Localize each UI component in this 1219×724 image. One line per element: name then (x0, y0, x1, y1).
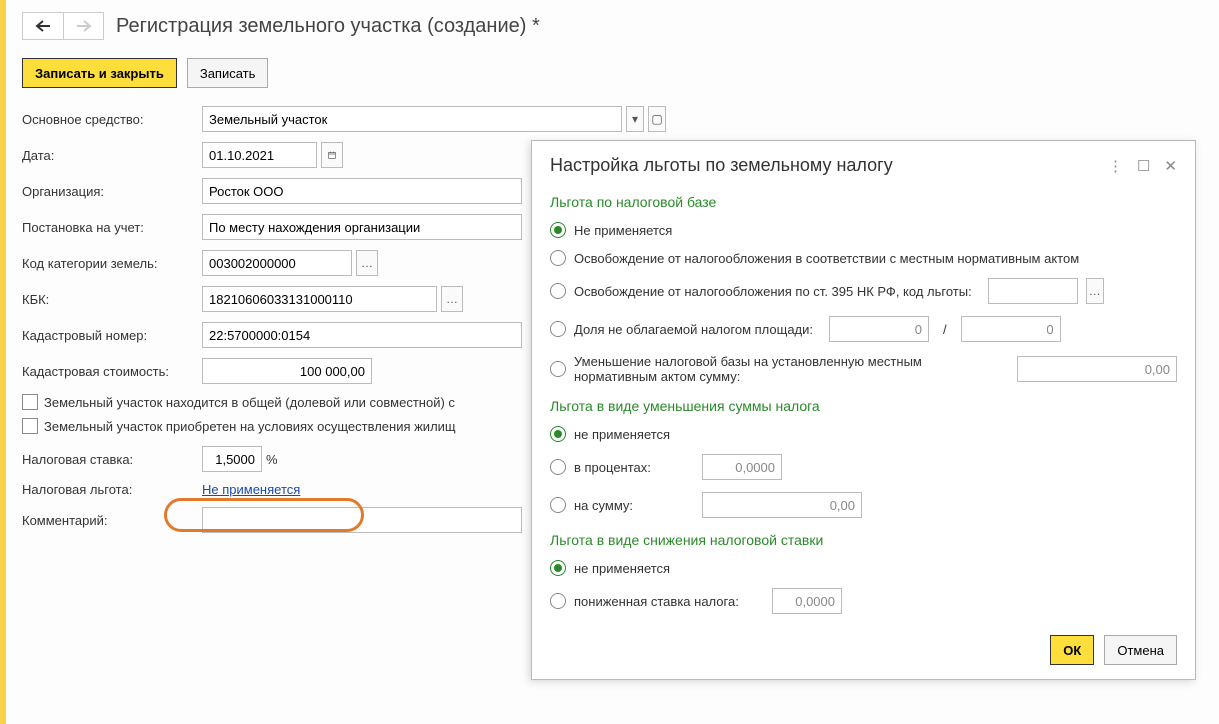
code395-lookup-button[interactable]: … (1086, 278, 1104, 304)
radio-reduce-percent[interactable] (550, 459, 566, 475)
reg-label: Постановка на учет: (22, 220, 202, 235)
section-tax-base: Льгота по налоговой базе (550, 194, 1177, 210)
reduced-rate-input[interactable] (772, 588, 842, 614)
cad-num-label: Кадастровый номер: (22, 328, 202, 343)
benefit-link[interactable]: Не применяется (202, 482, 300, 497)
arrow-left-icon (35, 20, 51, 32)
cad-num-input[interactable] (202, 322, 522, 348)
section-tax-reduction: Льгота в виде уменьшения суммы налога (550, 398, 1177, 414)
panel-maximize-button[interactable]: ☐ (1137, 157, 1150, 175)
radio-rate-reduced-label: пониженная ставка налога: (574, 594, 764, 609)
radio-reduce-none-label: не применяется (574, 427, 670, 442)
chevron-down-icon: ▾ (632, 112, 638, 126)
cad-val-input[interactable] (202, 358, 372, 384)
radio-reduce-amount-label: на сумму: (574, 498, 694, 513)
date-label: Дата: (22, 148, 202, 163)
ellipsis-icon: … (446, 292, 458, 306)
reduce-percent-input[interactable] (702, 454, 782, 480)
code395-input[interactable] (988, 278, 1078, 304)
arrow-right-icon (76, 20, 92, 32)
radio-base-reduce-sum-label: Уменьшение налоговой базы на установленн… (574, 354, 924, 384)
percent-sign: % (266, 452, 278, 467)
radio-base-none-label: Не применяется (574, 223, 672, 238)
page-title: Регистрация земельного участка (создание… (116, 15, 540, 38)
panel-more-button[interactable]: ⋮ (1108, 157, 1123, 175)
org-label: Организация: (22, 184, 202, 199)
nav-forward-button[interactable] (63, 13, 103, 39)
kbk-lookup-button[interactable]: … (441, 286, 463, 312)
ok-button[interactable]: ОК (1050, 635, 1094, 665)
close-icon: ✕ (1164, 158, 1177, 175)
comment-input[interactable] (202, 507, 522, 533)
save-and-close-button[interactable]: Записать и закрыть (22, 58, 177, 88)
radio-reduce-percent-label: в процентах: (574, 460, 694, 475)
fixed-asset-label: Основное средство: (22, 112, 202, 127)
radio-base-share-label: Доля не облагаемой налогом площади: (574, 322, 813, 337)
radio-base-share[interactable] (550, 321, 566, 337)
housing-construction-label: Земельный участок приобретен на условиях… (44, 419, 456, 434)
radio-rate-none[interactable] (550, 560, 566, 576)
radio-rate-reduced[interactable] (550, 593, 566, 609)
slash: / (943, 322, 947, 337)
cat-code-lookup-button[interactable]: … (356, 250, 378, 276)
share-numerator-input[interactable] (829, 316, 929, 342)
maximize-icon: ☐ (1137, 158, 1150, 175)
calendar-icon (328, 149, 336, 161)
panel-title: Настройка льготы по земельному налогу (550, 155, 893, 176)
share-denominator-input[interactable] (961, 316, 1061, 342)
fixed-asset-input[interactable] (202, 106, 622, 132)
cat-code-input[interactable] (202, 250, 352, 276)
ellipsis-icon: … (361, 256, 373, 270)
kbk-input[interactable] (202, 286, 437, 312)
dropdown-button[interactable]: ▾ (626, 106, 644, 132)
radio-base-reduce-sum[interactable] (550, 361, 566, 377)
shared-ownership-label: Земельный участок находится в общей (дол… (44, 395, 455, 410)
radio-base-code395-label: Освобождение от налогообложения по ст. 3… (574, 284, 972, 299)
benefit-label: Налоговая льгота: (22, 482, 202, 497)
nav-back-button[interactable] (23, 13, 63, 39)
open-icon: ▢ (651, 112, 662, 126)
comment-label: Комментарий: (22, 513, 202, 528)
radio-reduce-amount[interactable] (550, 497, 566, 513)
panel-close-button[interactable]: ✕ (1164, 157, 1177, 175)
open-button[interactable]: ▢ (648, 106, 666, 132)
section-rate-reduction: Льгота в виде снижения налоговой ставки (550, 532, 1177, 548)
radio-reduce-none[interactable] (550, 426, 566, 442)
housing-construction-checkbox[interactable] (22, 418, 38, 434)
cat-code-label: Код категории земель: (22, 256, 202, 271)
kebab-icon: ⋮ (1108, 158, 1123, 175)
ellipsis-icon: … (1089, 284, 1101, 298)
calendar-button[interactable] (321, 142, 343, 168)
radio-base-local-act-label: Освобождение от налогообложения в соотве… (574, 251, 1079, 266)
date-input[interactable] (202, 142, 317, 168)
shared-ownership-checkbox[interactable] (22, 394, 38, 410)
reg-input[interactable] (202, 214, 522, 240)
radio-base-code395[interactable] (550, 283, 566, 299)
radio-rate-none-label: не применяется (574, 561, 670, 576)
reduce-sum-input[interactable] (1017, 356, 1177, 382)
save-button[interactable]: Записать (187, 58, 269, 88)
reduce-amount-input[interactable] (702, 492, 862, 518)
org-input[interactable] (202, 178, 522, 204)
radio-base-none[interactable] (550, 222, 566, 238)
benefit-settings-panel: Настройка льготы по земельному налогу ⋮ … (531, 140, 1196, 680)
cancel-button[interactable]: Отмена (1104, 635, 1177, 665)
radio-base-local-act[interactable] (550, 250, 566, 266)
tax-rate-label: Налоговая ставка: (22, 452, 202, 467)
tax-rate-input[interactable] (202, 446, 262, 472)
kbk-label: КБК: (22, 292, 202, 307)
cad-val-label: Кадастровая стоимость: (22, 364, 202, 379)
